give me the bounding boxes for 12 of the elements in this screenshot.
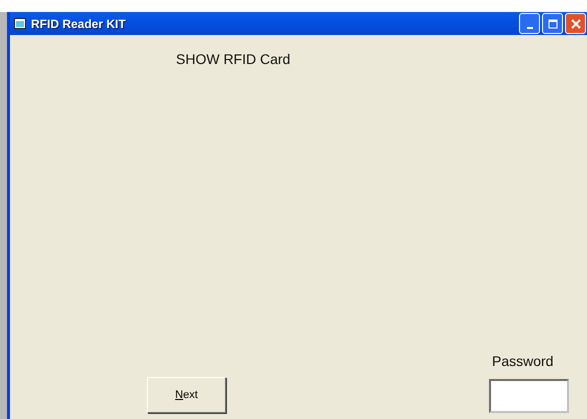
maximize-icon bbox=[548, 18, 558, 28]
password-field[interactable] bbox=[489, 379, 569, 413]
close-button[interactable] bbox=[565, 13, 586, 34]
window-icon bbox=[14, 18, 26, 29]
minimize-icon bbox=[526, 26, 532, 28]
close-icon bbox=[570, 18, 580, 28]
minimize-button[interactable] bbox=[519, 13, 540, 34]
window-title: RFID Reader KIT bbox=[31, 16, 126, 30]
maximize-button[interactable] bbox=[542, 13, 563, 34]
next-button[interactable]: Next bbox=[147, 377, 226, 413]
password-label: Password bbox=[492, 353, 554, 369]
prompt-label: SHOW RFID Card bbox=[176, 51, 290, 67]
